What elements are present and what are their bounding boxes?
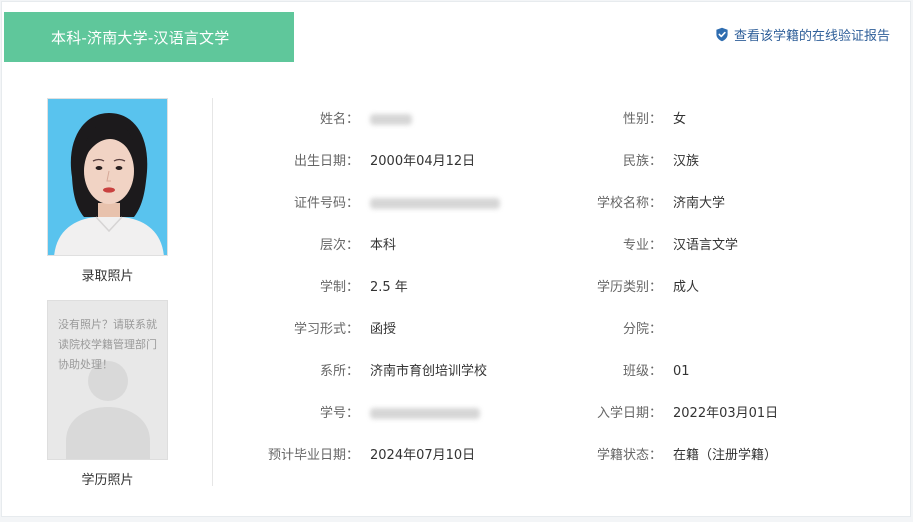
- admission-photo-caption: 录取照片: [81, 269, 134, 284]
- degree-photo-caption: 学历照片: [81, 473, 134, 488]
- field-label: 入学日期：: [596, 406, 662, 421]
- field-label: 预计毕业日期：: [267, 448, 359, 463]
- field-label: 民族：: [622, 154, 662, 169]
- student-portrait-image: [48, 99, 167, 255]
- verify-report-label: 查看该学籍的在线验证报告: [733, 29, 890, 44]
- field-label: 学校名称：: [596, 196, 662, 211]
- record-title: 本科-济南大学-汉语言文学: [51, 28, 230, 47]
- redacted-value: [370, 114, 412, 125]
- student-record-card: 本科-济南大学-汉语言文学 查看该学籍的在线验证报告 录取照片 没有照片？请联系…: [1, 1, 911, 517]
- field-value: 在籍（注册学籍）: [673, 448, 778, 463]
- field-label: 证件号码：: [293, 196, 359, 211]
- field-value: 汉语言文学: [673, 238, 739, 253]
- shield-check-icon: [715, 27, 729, 42]
- field-value: 2024年07月10日: [370, 448, 476, 463]
- field-value: 汉族: [673, 154, 700, 169]
- field-value: 2.5 年: [370, 280, 408, 295]
- field-label: 层次：: [319, 238, 359, 253]
- field-label: 分院：: [622, 322, 662, 337]
- field-label: 学习形式：: [293, 322, 359, 337]
- field-value: 济南大学: [673, 196, 726, 211]
- field-value-redacted: [370, 194, 500, 214]
- field-label: 班级：: [622, 364, 662, 379]
- field-value: 成人: [673, 280, 700, 295]
- field-label: 系所：: [319, 364, 359, 379]
- field-value-redacted: [370, 404, 480, 424]
- vertical-divider: [212, 98, 213, 486]
- field-value: 2000年04月12日: [370, 154, 476, 169]
- admission-photo: [47, 98, 168, 256]
- field-value: 01: [673, 364, 690, 379]
- field-value: 济南市育创培训学校: [370, 364, 488, 379]
- verify-report-link[interactable]: 查看该学籍的在线验证报告: [715, 25, 890, 44]
- field-value: 2022年03月01日: [673, 406, 779, 421]
- field-label: 学籍状态：: [596, 448, 662, 463]
- field-label: 姓名：: [319, 112, 359, 127]
- field-label: 学历类别：: [596, 280, 662, 295]
- field-label: 性别：: [622, 112, 662, 127]
- field-value-redacted: [370, 110, 412, 130]
- redacted-value: [370, 198, 500, 209]
- record-title-tab: 本科-济南大学-汉语言文学: [4, 12, 294, 62]
- field-label: 专业：: [622, 238, 662, 253]
- field-value: 女: [673, 112, 687, 127]
- field-value: 本科: [370, 238, 397, 253]
- placeholder-message: 没有照片？请联系就读院校学籍管理部门协助处理！: [58, 318, 157, 371]
- redacted-value: [370, 408, 480, 419]
- field-label: 学号：: [319, 406, 359, 421]
- degree-photo-placeholder: 没有照片？请联系就读院校学籍管理部门协助处理！: [47, 300, 168, 460]
- field-label: 出生日期：: [293, 154, 359, 169]
- field-label: 学制：: [319, 280, 359, 295]
- field-value: 函授: [370, 322, 397, 337]
